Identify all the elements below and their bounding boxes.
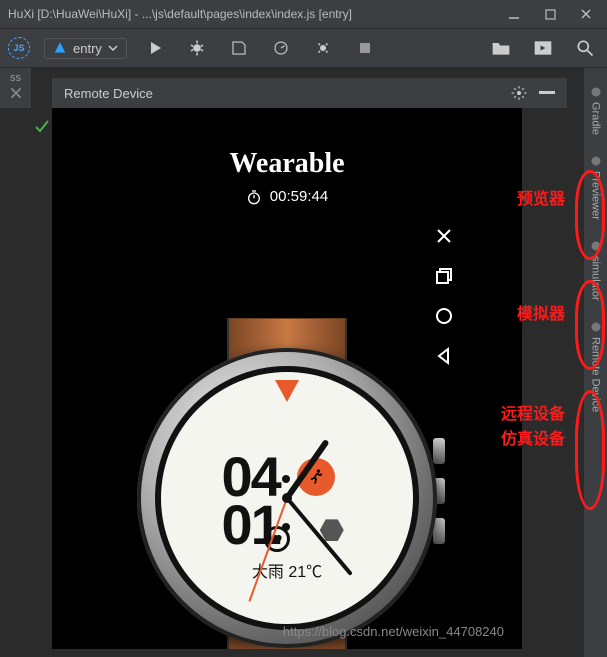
main-toolbar: JS entry xyxy=(0,28,607,68)
app-logo-icon xyxy=(53,41,67,55)
folder-icon[interactable] xyxy=(487,34,515,62)
watch-crown xyxy=(433,438,445,464)
watermark: https://blog.csdn.net/weixin_44708240 xyxy=(283,624,504,639)
remote-device-icon xyxy=(590,321,602,333)
left-gutter-label: ss xyxy=(10,72,21,84)
minimize-panel-icon[interactable] xyxy=(539,91,555,95)
simulator-icon xyxy=(590,240,602,252)
chevron-down-icon xyxy=(108,43,118,53)
attach-debugger-icon[interactable] xyxy=(309,34,337,62)
watch-dial: 04 01 大雨 21℃ xyxy=(161,372,413,624)
gradle-icon xyxy=(590,86,602,98)
triangle-marker-icon xyxy=(275,380,299,402)
watch: 04 01 大雨 21℃ xyxy=(107,318,467,649)
device-home-icon[interactable] xyxy=(434,306,458,330)
timer-value: 00:59:44 xyxy=(270,188,328,205)
right-tool-rail: Gradle Previewer simulator Remote Device xyxy=(583,68,607,657)
annotation-previewer: 预览器 xyxy=(517,185,565,209)
profiler-icon[interactable] xyxy=(267,34,295,62)
run-config-label: entry xyxy=(73,41,102,56)
checkmark-icon xyxy=(34,118,50,134)
run-config-dropdown[interactable]: entry xyxy=(44,38,127,59)
goto-icon[interactable] xyxy=(529,34,557,62)
search-icon[interactable] xyxy=(571,34,599,62)
debug-icon[interactable] xyxy=(183,34,211,62)
annotation-simulator: 模拟器 xyxy=(517,300,565,324)
rail-simulator[interactable]: simulator xyxy=(590,234,602,307)
previewer-icon xyxy=(590,155,602,167)
close-tab-icon[interactable] xyxy=(9,86,23,100)
rail-previewer[interactable]: Previewer xyxy=(590,149,602,226)
panel-header: Remote Device xyxy=(52,78,567,108)
device-title: Wearable xyxy=(52,148,522,180)
refresh-js-icon[interactable]: JS xyxy=(8,37,30,59)
watch-bezel: 04 01 大雨 21℃ xyxy=(137,348,437,648)
center-pin xyxy=(282,493,292,503)
left-gutter: ss xyxy=(0,68,32,108)
maximize-icon[interactable] xyxy=(541,5,559,23)
device-preview: Wearable 00:59:44 04 01 xyxy=(52,108,522,649)
stop-icon[interactable] xyxy=(351,34,379,62)
colon-dot xyxy=(282,475,290,483)
coverage-icon[interactable] xyxy=(225,34,253,62)
device-back-icon[interactable] xyxy=(434,346,458,370)
run-icon[interactable] xyxy=(141,34,169,62)
minimize-icon[interactable] xyxy=(505,5,523,23)
rail-gradle[interactable]: Gradle xyxy=(590,80,602,141)
window-titlebar: HuXi [D:\HuaWei\HuXi] - ...\js\default\p… xyxy=(0,0,607,28)
rail-remote-device[interactable]: Remote Device xyxy=(590,315,602,418)
stopwatch-icon xyxy=(246,189,262,205)
close-icon[interactable] xyxy=(577,5,595,23)
device-close-icon[interactable] xyxy=(434,226,458,250)
window-title: HuXi [D:\HuaWei\HuXi] - ...\js\default\p… xyxy=(8,7,505,21)
panel-title: Remote Device xyxy=(64,86,153,101)
device-multitask-icon[interactable] xyxy=(434,266,458,290)
gear-icon[interactable] xyxy=(511,85,527,101)
